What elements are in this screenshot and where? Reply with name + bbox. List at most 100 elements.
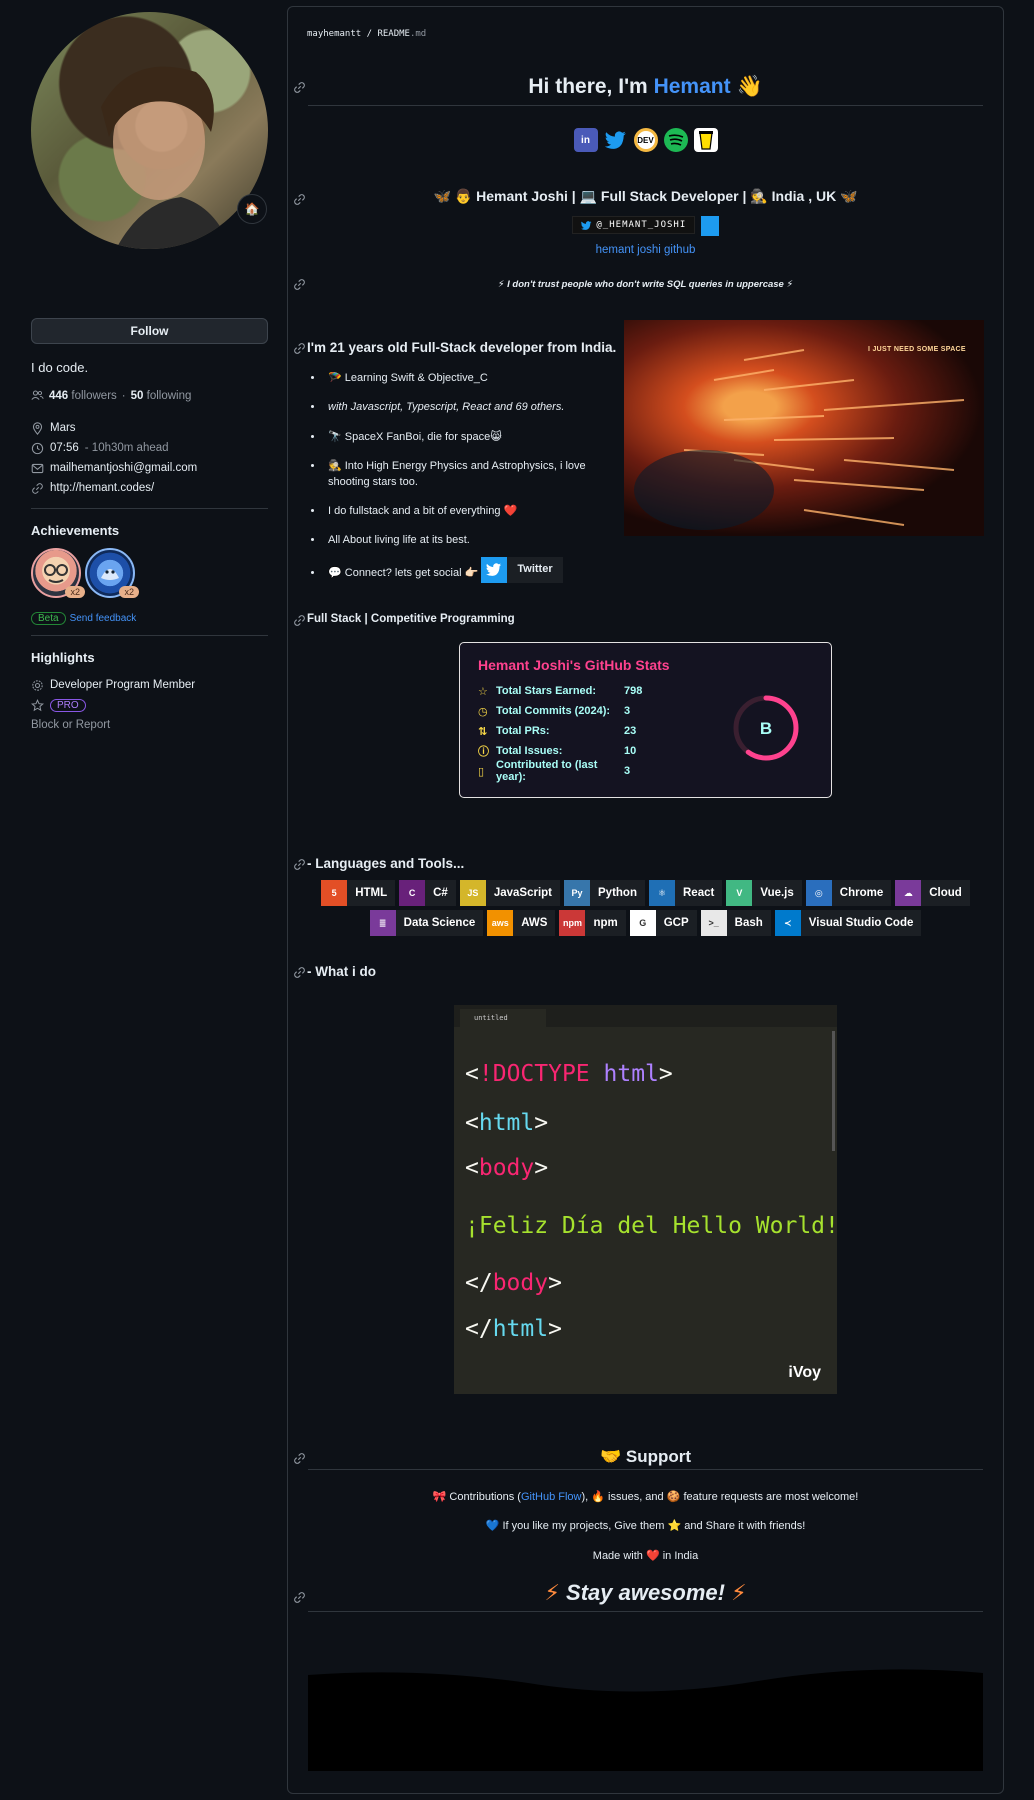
connect-text: 💬 Connect? lets get social 👉🏻: [328, 566, 479, 579]
pull-request-icon: ⇅: [478, 725, 488, 738]
html-icon: 5: [321, 880, 348, 906]
github-image-link[interactable]: hemant joshi github: [308, 244, 983, 256]
code-line-hello: ¡Feliz Día del Hello World!: [465, 1213, 839, 1239]
pro-badge: PRO: [50, 698, 86, 712]
twitter-follow-badge[interactable]: @_HEMANT_JOSHI: [572, 216, 696, 234]
tool-badge-javascript[interactable]: JS JavaScript: [459, 880, 561, 906]
tool-badge-c-[interactable]: C C#: [399, 880, 456, 906]
anchor-link-icon[interactable]: [293, 1452, 306, 1465]
npm-icon: npm: [559, 910, 586, 936]
badge-count: x2: [119, 586, 139, 598]
tool-badge-chrome[interactable]: ◎ Chrome: [805, 880, 892, 906]
list-item: I do fullstack and a bit of everything ❤…: [324, 504, 604, 519]
tool-label: Chrome: [839, 887, 884, 899]
dev-icon[interactable]: DEV: [633, 128, 658, 152]
list-item: 🪂 Learning Swift & Objective_C: [324, 371, 604, 386]
tool-label: AWS: [521, 917, 548, 929]
greeting-heading: Hi there, I'm Hemant 👋: [308, 75, 983, 99]
time-ahead: - 10h30m ahead: [84, 442, 169, 454]
heading-rule: [308, 105, 983, 106]
anchor-link-icon[interactable]: [293, 278, 306, 291]
anchor-link-icon[interactable]: [293, 966, 306, 979]
twitter-button[interactable]: Twitter: [481, 556, 563, 583]
follow-button[interactable]: Follow: [31, 318, 268, 344]
tool-label: C#: [433, 887, 448, 899]
tool-badge-cloud[interactable]: ☁ Cloud: [895, 880, 970, 906]
tool-label: Python: [598, 887, 637, 899]
javascript-icon: JS: [459, 880, 486, 906]
fullstack-heading: Full Stack | Competitive Programming: [307, 613, 515, 625]
spotify-icon[interactable]: [663, 128, 688, 152]
avatar-container: 🏠: [31, 12, 268, 249]
email-link[interactable]: mailhemantjoshi@gmail.com: [50, 462, 197, 474]
clock-icon: [31, 442, 44, 454]
anchor-link-icon[interactable]: [293, 614, 306, 627]
tool-badge-vue-js[interactable]: V Vue.js: [726, 880, 802, 906]
developer-program-text[interactable]: Developer Program Member: [50, 679, 195, 691]
support-line-share: 💙 If you like my projects, Give them ⭐ a…: [485, 1520, 806, 1532]
anchor-link-icon[interactable]: [293, 193, 306, 206]
tool-badge-npm[interactable]: npm npm: [559, 910, 626, 936]
tool-badge-bash[interactable]: >_ Bash: [700, 910, 771, 936]
linkedin-icon[interactable]: in: [573, 128, 598, 152]
space-gif: I JUST NEED SOME SPACE: [624, 320, 984, 536]
location-text: Mars: [50, 422, 76, 434]
tool-label: JavaScript: [493, 887, 553, 899]
github-flow-link[interactable]: GitHub Flow: [521, 1491, 582, 1503]
tool-badge-data-science[interactable]: ≣ Data Science: [369, 910, 484, 936]
buymeacoffee-icon[interactable]: [693, 128, 718, 152]
anchor-link-icon[interactable]: [293, 1591, 306, 1604]
sql-quote: ⚡ I don't trust people who don't write S…: [497, 279, 794, 290]
editor-scrollbar: [832, 1031, 835, 1151]
c--icon: C: [399, 880, 426, 906]
tool-badge-gcp[interactable]: G GCP: [629, 910, 697, 936]
visual-studio-code-icon: ≺: [774, 910, 801, 936]
twitter-handle: @_HEMANT_JOSHI: [596, 220, 687, 230]
tool-badge-html[interactable]: 5 HTML: [321, 880, 396, 906]
tool-label: npm: [593, 917, 618, 929]
achievement-badge-pair-extraordinaire[interactable]: x2: [31, 548, 85, 598]
avatar[interactable]: [31, 12, 268, 249]
code-line-body-close: </body>: [465, 1270, 562, 1296]
following-link[interactable]: 50 following: [131, 390, 192, 402]
block-report-link[interactable]: Block or Report: [31, 715, 268, 735]
breadcrumb-separator: /: [366, 29, 373, 39]
list-item: All About living life at its best.: [324, 533, 604, 548]
achievement-badge-pull-shark[interactable]: x2: [85, 548, 139, 598]
breadcrumb-user[interactable]: mayhemantt: [307, 29, 361, 39]
anchor-link-icon[interactable]: [293, 858, 306, 871]
anchor-link-icon[interactable]: [293, 81, 306, 94]
followers-link[interactable]: 446 followers: [49, 390, 117, 402]
location-row: Mars: [31, 418, 268, 438]
cloud-icon: ☁: [895, 880, 922, 906]
aws-icon: aws: [487, 910, 514, 936]
website-link[interactable]: http://hemant.codes/: [50, 482, 154, 494]
python-icon: Py: [564, 880, 591, 906]
support-heading: 🤝 Support: [599, 1447, 692, 1466]
stats-title: Hemant Joshi's GitHub Stats: [478, 657, 670, 673]
people-icon: [31, 390, 44, 400]
twitter-icon[interactable]: [604, 128, 628, 152]
github-alt-text[interactable]: hemant joshi github: [596, 244, 696, 256]
profile-sidebar: 🏠 Follow I do code. 446 followers · 50 f…: [31, 12, 268, 735]
twitter-follow-row: @_HEMANT_JOSHI: [308, 216, 983, 237]
twitter-button-label: Twitter: [517, 563, 553, 576]
issue-icon: ⓘ: [478, 746, 489, 758]
status-emoji[interactable]: 🏠: [237, 194, 267, 224]
tool-badge-visual-studio-code[interactable]: ≺ Visual Studio Code: [774, 910, 922, 936]
achievement-badges: x2 x2: [31, 548, 268, 598]
twitter-count-badge[interactable]: [700, 216, 719, 237]
achievements-title[interactable]: Achievements: [31, 523, 268, 538]
tool-badge-aws[interactable]: aws AWS: [487, 910, 556, 936]
greeting-name: Hemant: [653, 75, 731, 98]
tool-badge-python[interactable]: Py Python: [564, 880, 645, 906]
space-caption: I JUST NEED SOME SPACE: [868, 346, 966, 353]
tool-badge-react[interactable]: ⚛ React: [649, 880, 723, 906]
stat-label: Total PRs:: [496, 725, 550, 737]
anchor-link-icon[interactable]: [293, 342, 306, 355]
tagline-heading: 🦋 👨 Hemant Joshi | 💻 Full Stack Develope…: [433, 188, 858, 204]
send-feedback-link[interactable]: Send feedback: [70, 613, 137, 624]
list-item: 💬 Connect? lets get social 👉🏻 Twitter: [324, 556, 604, 583]
stat-value: 23: [624, 725, 637, 737]
github-stats-card: Hemant Joshi's GitHub Stats ☆ Total Stars…: [459, 642, 832, 798]
